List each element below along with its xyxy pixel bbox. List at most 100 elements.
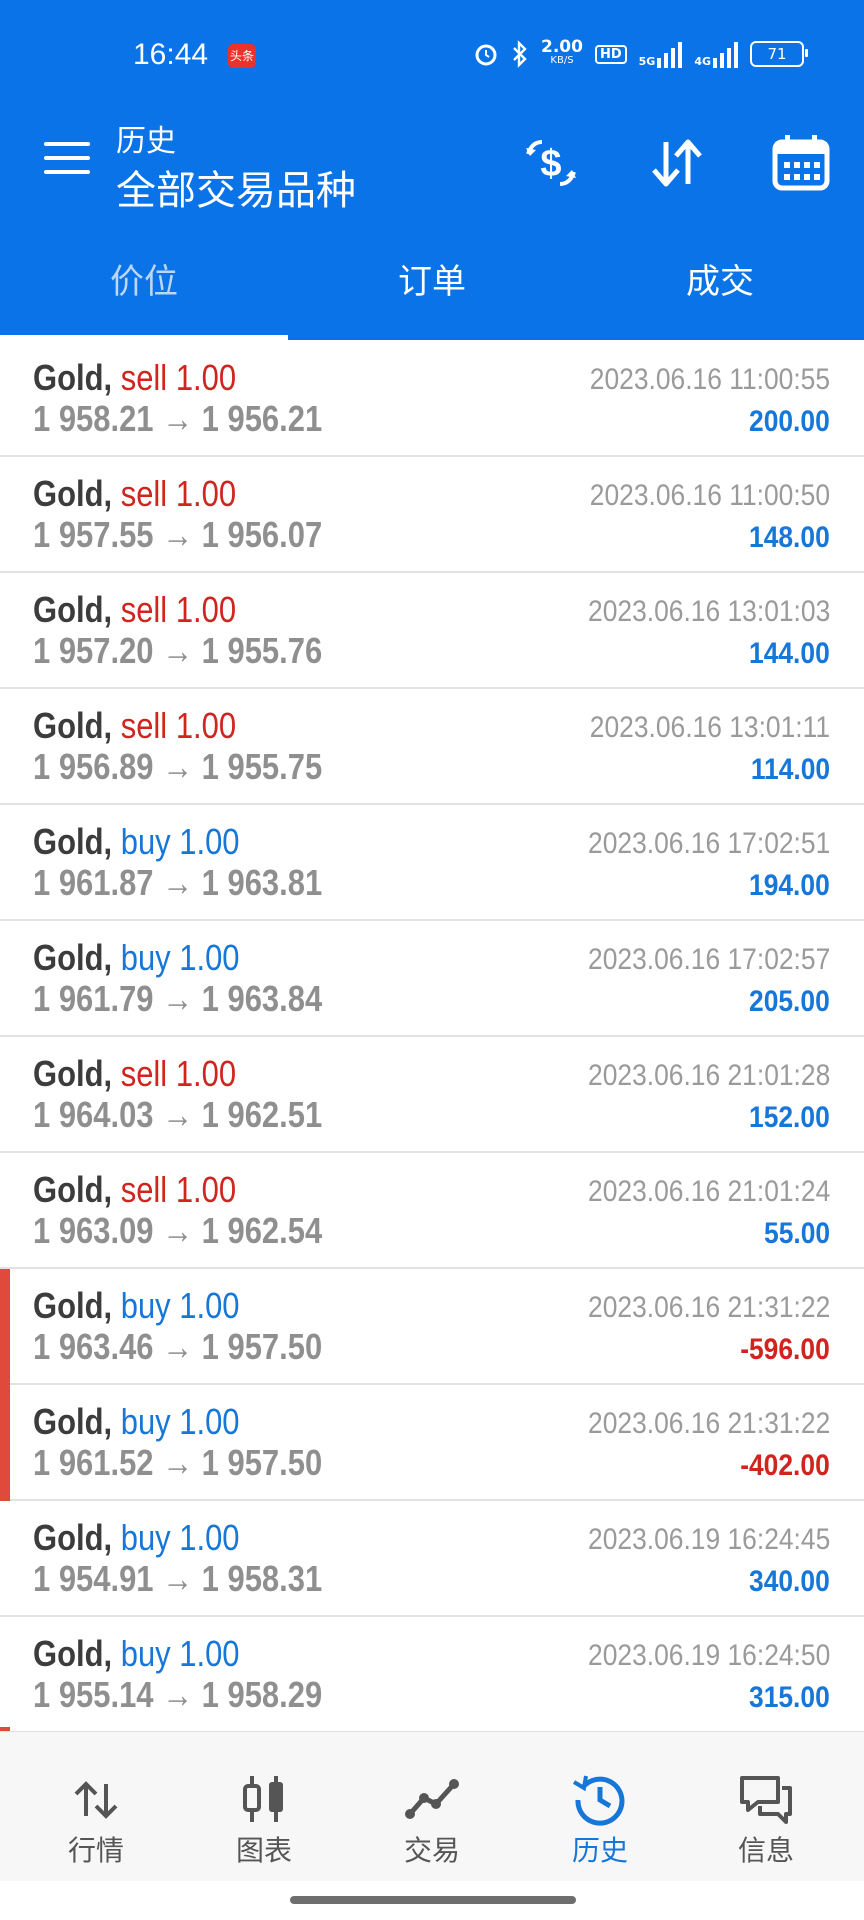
svg-text:$: $ [540,143,561,185]
signal-5g-icon: 5G [639,40,683,68]
trade-row[interactable]: Gold, buy 1.00 1 963.46 → 1 957.50 2023.06… [0,1269,864,1385]
open-close-prices: 1 964.03 → 1 962.51 [33,1094,323,1135]
menu-icon[interactable] [44,142,90,176]
history-clock-icon [572,1775,625,1826]
trade-row[interactable]: Gold, sell 1.00 1 964.03 → 1 962.51 2023.0… [0,1037,864,1153]
alarm-icon [475,44,497,66]
trade-row[interactable]: Gold, buy 1.00 1 954.91 → 1 958.31 2023.06… [0,1501,864,1617]
nav-label: 历史 [571,1834,628,1867]
trade-profit: 152.00 [749,1101,830,1134]
trade-symbol: Gold, buy 1.00 [33,1517,240,1559]
trade-symbol: Gold, buy 1.00 [33,1285,240,1327]
messages-icon [740,1776,792,1824]
loss-marker [0,1385,10,1501]
trade-profit: 315.00 [749,1681,830,1714]
trade-row[interactable]: Gold, sell 1.00 1 957.20 → 1 955.76 2023.0… [0,573,864,689]
trade-symbol: Gold, sell 1.00 [33,1053,236,1095]
trade-profit: 55.00 [763,1217,830,1250]
trade-side: buy [120,821,171,862]
open-close-prices: 1 956.89 → 1 955.75 [33,746,323,787]
trade-side: buy [120,1517,171,1558]
trade-volume: 1.00 [179,1401,240,1442]
trade-row[interactable]: Gold, buy 1.00 1 961.87 → 1 963.81 2023.06… [0,805,864,921]
trade-row[interactable]: Gold, buy 1.00 1 961.52 → 1 957.50 2023.06… [0,1385,864,1501]
trade-side: sell [120,589,168,630]
trade-time: 2023.06.16 17:02:57 [587,943,830,976]
symbol-name: Gold, [33,705,113,746]
nav-messages[interactable]: 信息 [680,1732,852,1882]
symbol-name: Gold, [33,1285,113,1326]
open-close-prices: 1 963.09 → 1 962.54 [33,1210,323,1251]
trade-time: 2023.06.16 11:00:55 [589,363,830,396]
status-time: 16:44 [133,38,209,71]
trade-time: 2023.06.16 17:02:51 [587,827,830,860]
trade-side: buy [120,937,171,978]
battery-icon: 71 [750,41,808,67]
trade-time: 2023.06.16 13:01:11 [589,711,830,744]
trade-row[interactable]: Gold, buy 1.00 1 955.14 → 1 958.29 2023.06… [0,1617,864,1733]
symbol-filter[interactable]: 全部交易品种 [116,158,356,216]
calendar-icon[interactable] [770,132,832,194]
news-app-badge: 头条 [228,44,256,68]
signal-4g-icon: 4G [694,40,738,68]
nav-label: 行情 [67,1834,124,1867]
trade-row[interactable]: Gold, sell 1.00 1 963.09 → 1 962.54 2023.0… [0,1153,864,1269]
symbol-name: Gold, [33,1401,113,1442]
open-close-prices: 1 957.20 → 1 955.76 [33,630,323,671]
trade-side: sell [120,705,168,746]
tab-orders[interactable]: 订单 [288,225,576,340]
bottom-navigation: 行情 图表 交易 历史 信息 [0,1731,864,1882]
trade-symbol: Gold, buy 1.00 [33,937,240,979]
trade-history-list: Gold, sell 1.00 1 958.21 → 1 956.21 2023.0… [0,341,864,1733]
open-close-prices: 1 957.55 → 1 956.07 [33,514,323,555]
nav-chart[interactable]: 图表 [178,1732,350,1882]
symbol-name: Gold, [33,937,113,978]
trade-row[interactable]: Gold, sell 1.00 1 957.55 → 1 956.07 2023.0… [0,457,864,573]
trade-time: 2023.06.16 21:31:22 [587,1291,830,1324]
sort-icon[interactable] [646,132,708,194]
trade-time: 2023.06.16 21:31:22 [587,1407,830,1440]
trade-time: 2023.06.16 21:01:28 [587,1059,830,1092]
nav-history[interactable]: 历史 [514,1732,686,1882]
trade-side: buy [120,1401,171,1442]
symbol-name: Gold, [33,821,113,862]
trade-row[interactable]: Gold, sell 1.00 1 956.89 → 1 955.75 2023.0… [0,689,864,805]
symbol-name: Gold, [33,589,113,630]
symbol-name: Gold, [33,1169,113,1210]
loss-marker [0,1269,10,1385]
tab-price[interactable]: 价位 [0,225,288,340]
symbol-name: Gold, [33,1517,113,1558]
trade-profit: 200.00 [749,405,830,438]
status-bar: 16:44 头条 2.00 KB/S HD 5G 4G 71 [0,0,864,110]
trade-profit: -402.00 [740,1449,830,1482]
trade-time: 2023.06.19 16:24:50 [587,1639,830,1672]
trade-volume: 1.00 [179,1517,240,1558]
trade-volume: 1.00 [175,589,237,630]
status-icons: 2.00 KB/S HD 5G 4G 71 [473,39,808,68]
open-close-prices: 1 954.91 → 1 958.31 [33,1558,323,1599]
nav-label: 信息 [737,1834,794,1867]
trade-volume: 1.00 [175,705,237,746]
trade-volume: 1.00 [175,357,237,398]
history-tabs: 价位 订单 成交 [0,225,864,340]
open-close-prices: 1 961.87 → 1 963.81 [33,862,323,903]
trade-volume: 1.00 [179,937,240,978]
tab-deals[interactable]: 成交 [576,225,864,340]
trade-row[interactable]: Gold, sell 1.00 1 958.21 → 1 956.21 2023.0… [0,341,864,457]
open-close-prices: 1 955.14 → 1 958.29 [33,1674,323,1715]
trade-symbol: Gold, buy 1.00 [33,1401,240,1443]
trade-time: 2023.06.16 21:01:24 [587,1175,830,1208]
app-bar: 历史 全部交易品种 $ [0,110,864,226]
trade-time: 2023.06.16 13:01:03 [587,595,830,628]
trade-row[interactable]: Gold, buy 1.00 1 961.79 → 1 963.84 2023.06… [0,921,864,1037]
home-indicator[interactable] [290,1896,576,1904]
trade-symbol: Gold, buy 1.00 [33,821,240,863]
trade-profit: 144.00 [749,637,830,670]
nav-label: 交易 [403,1834,460,1867]
nav-trade[interactable]: 交易 [346,1732,518,1882]
trade-volume: 1.00 [179,821,240,862]
trade-volume: 1.00 [175,1053,237,1094]
nav-quotes[interactable]: 行情 [10,1732,182,1882]
trade-symbol: Gold, sell 1.00 [33,705,236,747]
currency-exchange-icon[interactable]: $ [520,132,582,194]
